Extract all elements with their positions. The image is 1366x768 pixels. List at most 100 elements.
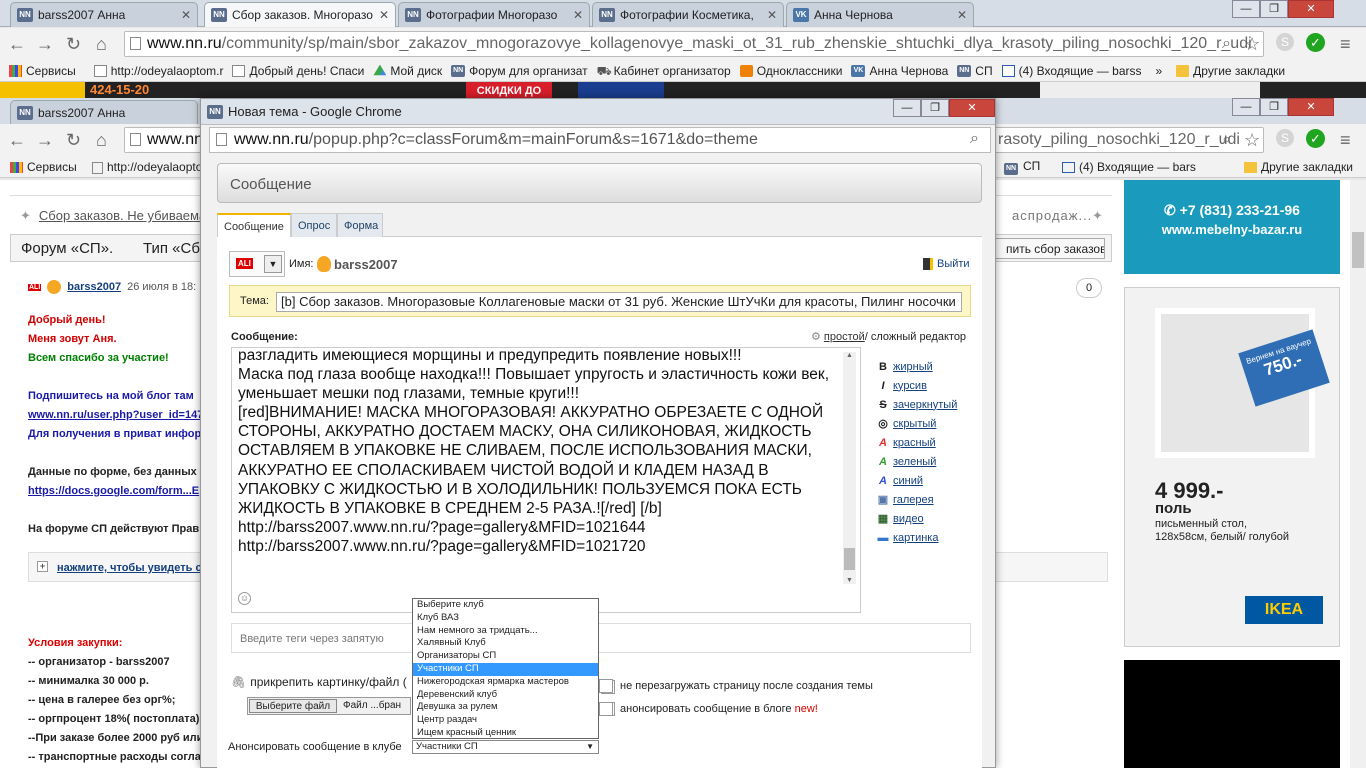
maximize-icon[interactable]: ❐ bbox=[1260, 98, 1288, 116]
club-dropdown-list[interactable]: Выберите клуб Клуб ВАЗ Нам немного за тр… bbox=[412, 598, 599, 739]
tab-sbor-zakazov[interactable]: NN Сбор заказов. Многоразо ✕ bbox=[204, 2, 396, 27]
format-blue[interactable]: Aсиний bbox=[877, 471, 977, 490]
choose-file-button[interactable]: Выберите файл bbox=[249, 699, 337, 713]
tab-close-icon[interactable]: ✕ bbox=[379, 8, 389, 22]
textarea-scrollbar[interactable]: ▲ ▼ bbox=[843, 352, 856, 584]
breadcrumb-link[interactable]: Сбор заказов. Не убиваема bbox=[39, 208, 206, 223]
bookmark-cabinet[interactable]: ⛟ Кабинет организатор bbox=[597, 64, 731, 78]
tab-close-icon[interactable]: ✕ bbox=[573, 8, 583, 22]
message-textarea[interactable]: разгладить имеющиеся морщины и предупред… bbox=[231, 347, 861, 613]
club-option[interactable]: Девушка за рулем bbox=[413, 701, 598, 714]
bookmark-sp[interactable]: NN СП bbox=[1004, 159, 1040, 175]
smiley-icon[interactable]: ☺ bbox=[238, 592, 251, 605]
tab-photos-cosmetics[interactable]: NN Фотографии Косметика, ✕ bbox=[592, 2, 784, 27]
post-link[interactable]: https://docs.google.com/form...E bbox=[28, 485, 199, 497]
bookmark-sp[interactable]: NN СП bbox=[957, 64, 993, 78]
format-hidden[interactable]: ◎ скрытый bbox=[877, 414, 977, 433]
scroll-down-icon[interactable]: ▼ bbox=[843, 577, 856, 584]
tab-poll[interactable]: Опрос bbox=[291, 213, 337, 237]
close-window-icon[interactable]: ✕ bbox=[949, 99, 995, 117]
format-image[interactable]: ▬ картинка bbox=[877, 528, 977, 547]
author-link[interactable]: barss2007 bbox=[67, 281, 121, 293]
maximize-icon[interactable]: ❐ bbox=[921, 99, 949, 117]
bg-tab-barss2007[interactable]: NN barss2007 Анна bbox=[10, 100, 198, 125]
bookmark-other[interactable]: Другие закладки bbox=[1244, 160, 1353, 174]
format-video[interactable]: ▦ видео bbox=[877, 509, 977, 528]
bookmark-odnoklassniki[interactable]: Одноклассники bbox=[739, 64, 842, 78]
club-option[interactable]: Нижегородская ярмарка мастеров bbox=[413, 676, 598, 689]
ad-ikea[interactable]: Вернем на ваучер 750.- 4 999.- поль пись… bbox=[1124, 287, 1340, 647]
tab-message[interactable]: Сообщение bbox=[217, 213, 291, 238]
bookmark-inbox[interactable]: (4) Входящие — bars bbox=[1062, 160, 1196, 174]
tab-close-icon[interactable]: ✕ bbox=[767, 8, 777, 22]
tab-close-icon[interactable]: ✕ bbox=[181, 8, 191, 22]
minimize-icon[interactable]: — bbox=[1232, 0, 1260, 18]
club-option[interactable]: Ищем красный ценник bbox=[413, 727, 598, 740]
bookmark-good-day[interactable]: Добрый день! Спаси bbox=[232, 64, 364, 78]
club-option[interactable]: Деревенский клуб bbox=[413, 689, 598, 702]
simple-editor-link[interactable]: простой bbox=[824, 331, 865, 343]
club-option[interactable]: Халявный Клуб bbox=[413, 637, 598, 650]
bookmark-odeyala[interactable]: http://odeyalaopto bbox=[92, 160, 202, 174]
forward-arrow-icon[interactable]: → bbox=[36, 34, 54, 55]
minimize-icon[interactable]: — bbox=[1232, 98, 1260, 116]
bookmark-my-drive[interactable]: Мой диск bbox=[373, 64, 442, 78]
reload-icon[interactable]: ↻ bbox=[66, 130, 81, 151]
tags-input[interactable]: Введите теги через запятую bbox=[231, 623, 971, 653]
club-option-highlighted[interactable]: Участники СП bbox=[413, 662, 598, 676]
format-gallery[interactable]: ▣ галерея bbox=[877, 490, 977, 509]
bookmark-other[interactable]: Другие закладки bbox=[1176, 64, 1285, 78]
reload-icon[interactable]: ↻ bbox=[66, 34, 81, 55]
zoom-search-icon[interactable]: ⌕ bbox=[1222, 35, 1231, 53]
back-arrow-icon[interactable]: ← bbox=[8, 34, 26, 55]
complex-editor-link[interactable]: / сложный редактор bbox=[865, 331, 966, 343]
bookmark-odeyala[interactable]: http://odeyalaoptom.r bbox=[93, 64, 223, 78]
tab-photos-reusable[interactable]: NN Фотографии Многоразо ✕ bbox=[398, 2, 590, 27]
format-green[interactable]: Aзеленый bbox=[877, 452, 977, 471]
address-bar[interactable]: www.nn.ru/community/sp/main/sbor_zakazov… bbox=[124, 31, 1264, 57]
tab-barss2007[interactable]: NN barss2007 Анна ✕ bbox=[10, 2, 198, 27]
club-option[interactable]: Клуб ВАЗ bbox=[413, 612, 598, 625]
announce-blog-checkbox[interactable] bbox=[599, 702, 613, 716]
minimize-icon[interactable]: — bbox=[893, 99, 921, 117]
bookmarks-more[interactable]: » bbox=[1155, 64, 1162, 78]
format-strike[interactable]: Sзачеркнутый bbox=[877, 395, 977, 414]
skype-icon[interactable]: S bbox=[1276, 129, 1294, 147]
file-input[interactable]: Выберите файл Файл ...бран bbox=[247, 697, 411, 715]
avatar-selector[interactable]: ALI ▼ bbox=[229, 251, 285, 277]
ad-mebelny-bazar[interactable]: ✆ +7 (831) 233-21-96 www.mebelny-bazar.r… bbox=[1124, 180, 1340, 274]
club-option[interactable]: Центр раздач bbox=[413, 714, 598, 727]
format-bold[interactable]: Bжирный bbox=[877, 357, 977, 376]
bookmark-forum-org[interactable]: NN Форум для организат bbox=[451, 64, 588, 78]
home-icon[interactable]: ⌂ bbox=[96, 34, 107, 55]
check-extension-icon[interactable]: ✓ bbox=[1306, 33, 1325, 52]
zoom-search-icon[interactable]: ⌕ bbox=[1222, 131, 1231, 149]
club-option[interactable]: Организаторы СП bbox=[413, 650, 598, 663]
forward-arrow-icon[interactable]: → bbox=[36, 130, 54, 151]
maximize-icon[interactable]: ❐ bbox=[1260, 0, 1288, 18]
club-option[interactable]: Выберите клуб bbox=[413, 599, 598, 612]
breadcrumb-right[interactable]: аспродаж... bbox=[1012, 208, 1092, 223]
bookmark-anna[interactable]: VK Анна Чернова bbox=[851, 64, 948, 78]
tab-anna-chernova[interactable]: VK Анна Чернова ✕ bbox=[786, 2, 974, 27]
tab-close-icon[interactable]: ✕ bbox=[957, 8, 967, 22]
menu-icon[interactable]: ≡ bbox=[1340, 34, 1351, 55]
no-reload-checkbox[interactable] bbox=[599, 679, 613, 693]
chevron-down-icon[interactable]: ▼ bbox=[264, 255, 282, 273]
back-arrow-icon[interactable]: ← bbox=[8, 130, 26, 151]
scrollbar-thumb[interactable] bbox=[1352, 232, 1364, 268]
bookmark-star-icon[interactable]: ☆ bbox=[1244, 130, 1260, 151]
scroll-up-icon[interactable]: ▲ bbox=[843, 352, 856, 359]
ad-black[interactable] bbox=[1124, 660, 1340, 768]
search-icon[interactable]: ⌕ bbox=[970, 130, 979, 148]
page-scrollbar[interactable] bbox=[1350, 180, 1366, 768]
chevron-down-icon[interactable]: ▼ bbox=[586, 741, 594, 753]
bookmark-services[interactable]: Сервисы bbox=[9, 64, 76, 78]
logout-link[interactable]: Выйти bbox=[923, 258, 970, 270]
collect-orders-button[interactable]: пить сбор заказов bbox=[993, 238, 1105, 259]
topic-input[interactable]: [b] Сбор заказов. Многоразовые Коллагено… bbox=[276, 292, 962, 312]
bookmark-star-icon[interactable]: ☆ bbox=[1244, 34, 1260, 55]
close-window-icon[interactable]: ✕ bbox=[1288, 98, 1334, 116]
skype-icon[interactable]: S bbox=[1276, 33, 1294, 51]
popup-address-bar[interactable]: www.nn.ru/popup.php?c=classForum&m=mainF… bbox=[209, 127, 991, 153]
